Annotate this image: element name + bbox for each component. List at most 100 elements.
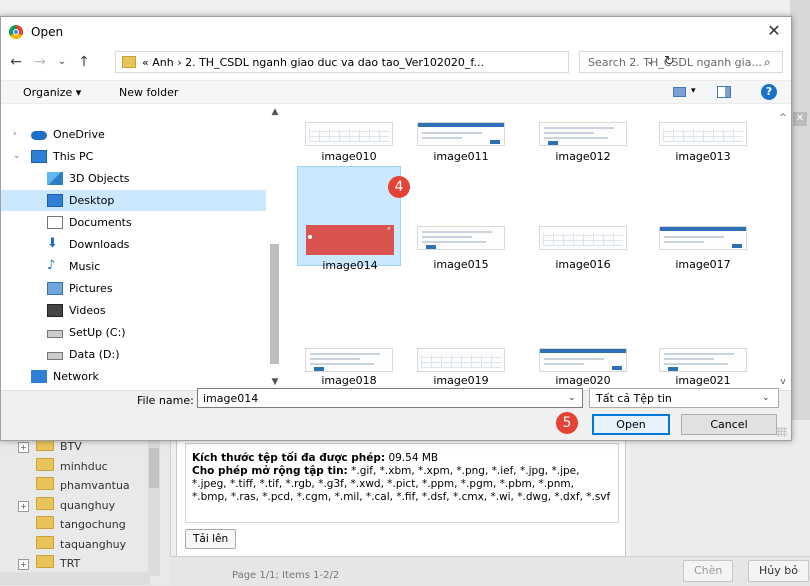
file-name-input[interactable]: image014 ⌄: [197, 388, 583, 408]
cancel-button[interactable]: Cancel: [681, 414, 777, 435]
file-tile-image019[interactable]: image019: [409, 284, 513, 387]
up-arrow-icon[interactable]: ↑: [75, 53, 93, 71]
tree-item[interactable]: taquanghuy: [36, 535, 126, 554]
sidebar-item-videos[interactable]: Videos: [1, 300, 266, 321]
sidebar-item-desktop[interactable]: Desktop: [1, 190, 266, 211]
command-toolbar: Organize ▾ New folder ▾ ?: [1, 80, 791, 104]
file-name-label: image015: [433, 258, 489, 271]
chevron-right-icon[interactable]: ›: [13, 124, 17, 145]
background-tree-hscrollbar[interactable]: [0, 572, 150, 585]
file-tile-image018[interactable]: image018: [297, 284, 401, 387]
sidebar-item-3d-objects[interactable]: 3D Objects: [1, 168, 266, 189]
sidebar-item-onedrive[interactable]: › OneDrive: [1, 124, 266, 145]
chevron-down-icon[interactable]: ⌄: [568, 393, 576, 403]
drive-icon: [47, 352, 63, 360]
scroll-thumb[interactable]: [149, 448, 159, 488]
max-size-label: Kích thước tệp tối đa được phép:: [192, 452, 386, 464]
sidebar-item-data-d[interactable]: Data (D:): [1, 344, 266, 365]
upload-info-box: Kích thước tệp tối đa được phép: 09.54 M…: [185, 443, 619, 523]
tree-item[interactable]: minhduc: [36, 457, 108, 476]
chrome-icon: [9, 25, 23, 39]
background-close-icon[interactable]: ✕: [793, 112, 807, 126]
chevron-down-icon[interactable]: ⌄: [762, 393, 770, 403]
file-name-label: image018: [321, 374, 377, 387]
file-name-label: image011: [433, 150, 489, 163]
file-tile-image014[interactable]: × image014: [297, 166, 401, 272]
tree-item[interactable]: tangochung: [36, 516, 126, 534]
preview-pane-icon[interactable]: [717, 86, 731, 98]
file-tile-image016[interactable]: image016: [531, 166, 635, 271]
file-name-label: image014: [322, 259, 378, 272]
file-tile-image017[interactable]: image017: [651, 166, 755, 271]
sidebar-item-this-pc[interactable]: ⌄ This PC: [1, 146, 266, 167]
tree-item[interactable]: phamvantua: [36, 477, 130, 495]
background-tree-scrollbar[interactable]: [148, 428, 160, 576]
address-bar[interactable]: « Anh › 2. TH_CSDL nganh giao duc va dao…: [115, 51, 675, 73]
tree-item-label: tangochung: [60, 518, 126, 531]
background-cancel-button[interactable]: Hủy bỏ: [748, 560, 809, 582]
step-badge-5: 5: [556, 412, 578, 434]
folder-icon: [36, 477, 54, 490]
tree-item-label: phamvantua: [60, 479, 130, 492]
navigation-scrollbar[interactable]: ▲ ▼: [267, 104, 283, 390]
sidebar-item-label: Data (D:): [69, 348, 120, 361]
chevron-down-icon[interactable]: ▾: [691, 86, 696, 96]
tree-item[interactable]: quanghuy: [36, 496, 115, 515]
sidebar-item-documents[interactable]: Documents: [1, 212, 266, 233]
expand-icon[interactable]: +: [18, 559, 29, 570]
image-thumbnail: [539, 226, 627, 250]
address-path[interactable]: « Anh › 2. TH_CSDL nganh giao duc va dao…: [142, 56, 484, 69]
scroll-up-icon[interactable]: ^: [775, 110, 791, 126]
file-tile-image020[interactable]: image020: [531, 284, 635, 387]
back-arrow-icon[interactable]: ←: [7, 53, 25, 71]
search-input[interactable]: Search 2. TH_CSDL nganh gia... ⌕: [579, 51, 783, 73]
pictures-icon: [47, 282, 63, 295]
computer-icon: [31, 150, 47, 163]
open-file-dialog: Open ✕ ← → ⌄ ↑ « Anh › 2. TH_CSDL nganh …: [0, 16, 792, 441]
expand-icon[interactable]: +: [18, 442, 29, 453]
recent-locations-icon[interactable]: ⌄: [53, 53, 71, 71]
network-icon: [31, 370, 47, 383]
file-name-value[interactable]: image014: [203, 392, 258, 405]
download-icon: ⬇: [47, 236, 58, 251]
sidebar-item-label: Network: [53, 370, 99, 383]
scroll-thumb[interactable]: [270, 244, 279, 364]
sidebar-item-network[interactable]: Network: [1, 366, 266, 387]
document-icon: [47, 216, 63, 229]
sidebar-item-label: Desktop: [69, 194, 115, 207]
file-tile-image021[interactable]: image021: [651, 284, 755, 387]
sidebar-item-label: Videos: [69, 304, 106, 317]
sidebar-item-music[interactable]: ♪ Music: [1, 256, 266, 277]
organize-button[interactable]: Organize ▾: [23, 86, 81, 99]
expand-icon[interactable]: +: [18, 500, 29, 512]
sidebar-item-label: 3D Objects: [69, 172, 130, 185]
search-icon[interactable]: ⌕: [764, 55, 771, 70]
drive-icon: [47, 330, 63, 338]
step-badge-4: 4: [388, 176, 410, 198]
file-type-select[interactable]: Tất cả Tệp tin ⌄: [589, 388, 779, 408]
file-name-label: image012: [555, 150, 611, 163]
insert-button[interactable]: Chèn: [683, 560, 734, 582]
help-icon[interactable]: ?: [761, 84, 777, 100]
upload-button[interactable]: Tải lên: [185, 529, 237, 549]
sidebar-item-pictures[interactable]: Pictures: [1, 278, 266, 299]
sidebar-item-setup-c[interactable]: SetUp (C:): [1, 322, 266, 343]
view-options-icon[interactable]: [673, 87, 686, 97]
resize-grip-icon[interactable]: [777, 427, 787, 437]
close-icon[interactable]: ✕: [761, 19, 787, 43]
image-thumbnail: [417, 122, 505, 146]
new-folder-button[interactable]: New folder: [119, 86, 178, 99]
file-tile-image015[interactable]: image015: [409, 166, 513, 271]
chevron-down-icon[interactable]: ⌄: [13, 146, 21, 167]
tree-item-label: minhduc: [60, 459, 108, 473]
sidebar-item-downloads[interactable]: ⬇ Downloads: [1, 234, 266, 255]
scroll-up-icon[interactable]: ▲: [267, 104, 283, 120]
tree-item[interactable]: TRT: [36, 555, 80, 573]
image-thumbnail: [305, 348, 393, 372]
file-list-scrollbar[interactable]: ^ v: [775, 104, 791, 390]
image-thumbnail: [659, 122, 747, 146]
open-button[interactable]: Open: [592, 414, 670, 435]
file-type-value: Tất cả Tệp tin: [596, 392, 672, 405]
forward-arrow-icon[interactable]: →: [31, 53, 49, 71]
file-name-label: File name:: [137, 394, 194, 407]
